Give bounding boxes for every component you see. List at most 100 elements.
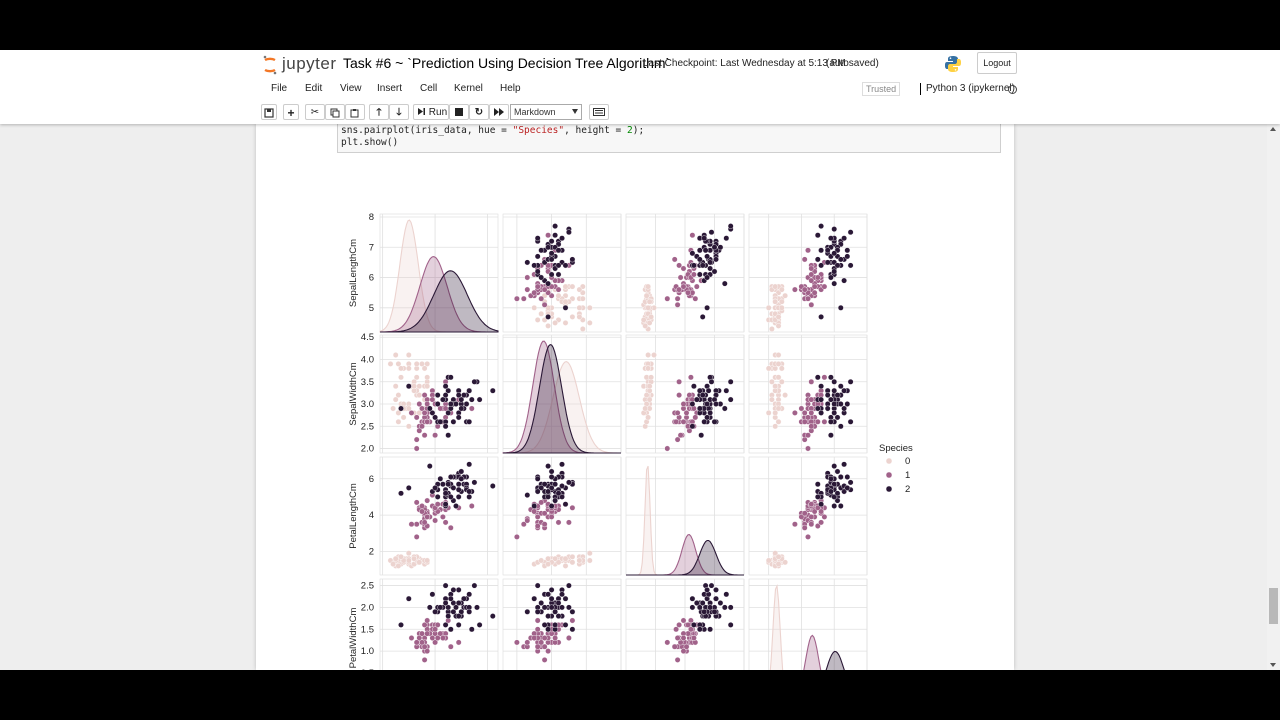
trusted-indicator[interactable]: Trusted: [862, 82, 901, 96]
data-point-species-0: [645, 283, 651, 290]
restart-run-all-button[interactable]: [489, 104, 509, 120]
data-point-species-1: [664, 639, 671, 646]
scroll-up-icon[interactable]: [1270, 127, 1276, 131]
data-point-species-2: [548, 503, 555, 509]
data-point-species-2: [569, 608, 576, 615]
data-point-species-1: [447, 524, 454, 531]
data-point-species-2: [450, 484, 457, 491]
data-point-species-1: [566, 635, 572, 641]
paste-button[interactable]: [345, 104, 365, 120]
data-point-species-2: [453, 503, 459, 509]
data-point-species-2: [837, 423, 844, 430]
data-point-species-2: [447, 401, 454, 407]
data-point-species-1: [424, 617, 431, 624]
save-icon: [264, 108, 274, 118]
y-tick-label: 2.5: [361, 581, 374, 592]
data-point-species-0: [586, 304, 593, 311]
data-point-species-2: [445, 613, 452, 619]
data-point-species-1: [432, 517, 438, 524]
notebook-title[interactable]: Task #6 ~ `Prediction Using Decision Tre…: [343, 55, 670, 71]
scrollbar-thumb[interactable]: [1269, 588, 1278, 624]
data-point-species-2: [814, 256, 821, 263]
data-point-species-2: [426, 604, 433, 611]
data-point-species-0: [424, 374, 431, 381]
scroll-down-icon[interactable]: [1270, 663, 1276, 667]
data-point-species-2: [562, 501, 569, 508]
data-point-species-1: [421, 519, 428, 526]
browser-viewport: jupyter Task #6 ~ `Prediction Using Deci…: [0, 50, 1280, 670]
data-point-species-2: [531, 262, 538, 269]
data-point-species-2: [693, 396, 700, 403]
data-point-species-2: [471, 378, 478, 385]
data-point-species-0: [424, 383, 431, 390]
data-point-species-1: [514, 533, 520, 540]
data-point-species-2: [545, 493, 551, 500]
menu-view[interactable]: View: [340, 83, 362, 94]
data-point-species-2: [534, 582, 541, 589]
data-point-species-1: [680, 418, 687, 425]
data-point-species-1: [674, 409, 681, 416]
jupyter-logo-icon[interactable]: [262, 54, 278, 76]
data-point-species-2: [447, 474, 454, 480]
data-point-species-0: [534, 316, 541, 323]
data-point-species-0: [765, 365, 772, 372]
data-point-species-2: [711, 608, 718, 615]
data-point-species-1: [801, 256, 808, 263]
interrupt-button[interactable]: [449, 104, 469, 120]
run-button[interactable]: Run: [413, 104, 449, 120]
data-point-species-0: [390, 561, 396, 567]
data-point-species-2: [824, 247, 831, 254]
legend-label-1: 1: [905, 470, 910, 481]
data-point-species-2: [534, 268, 541, 275]
page-scrollbar[interactable]: [1267, 124, 1280, 670]
data-point-species-2: [432, 414, 438, 421]
data-point-species-2: [814, 405, 821, 412]
data-point-species-2: [398, 622, 404, 628]
data-point-species-2: [548, 595, 555, 602]
data-point-species-1: [413, 533, 420, 540]
data-point-species-0: [765, 557, 772, 564]
data-point-species-1: [541, 286, 548, 293]
command-palette-button[interactable]: [589, 104, 609, 120]
restart-button[interactable]: ↻: [469, 104, 489, 120]
data-point-species-0: [545, 561, 551, 567]
move-down-button[interactable]: 🡓: [389, 104, 409, 120]
insert-cell-button[interactable]: +: [283, 104, 299, 120]
code-cell[interactable]: sns.pairplot(iris_data, hue = "Species",…: [337, 124, 1001, 153]
step-forward-icon: [418, 108, 425, 115]
move-up-button[interactable]: 🡑: [369, 104, 389, 120]
jupyter-logo-text[interactable]: jupyter: [282, 54, 337, 74]
copy-button[interactable]: [325, 104, 345, 120]
data-point-species-0: [782, 292, 788, 299]
y-tick-label: 6: [369, 273, 374, 284]
menu-kernel[interactable]: Kernel: [454, 83, 483, 94]
data-point-species-1: [408, 409, 415, 416]
save-button[interactable]: [261, 104, 277, 120]
data-point-species-1: [534, 513, 541, 520]
data-point-species-1: [524, 517, 531, 524]
data-point-species-2: [689, 401, 696, 407]
data-point-species-2: [834, 262, 841, 269]
logout-button[interactable]: Logout: [977, 52, 1017, 74]
menu-help[interactable]: Help: [500, 83, 521, 94]
kernel-name[interactable]: Python 3 (ipykernel): [926, 83, 1015, 94]
data-point-species-1: [541, 635, 548, 641]
data-point-species-1: [792, 409, 798, 416]
menu-edit[interactable]: Edit: [305, 83, 322, 94]
data-point-species-2: [841, 405, 847, 412]
data-point-species-0: [648, 374, 654, 381]
data-point-species-2: [534, 253, 541, 260]
menu-insert[interactable]: Insert: [377, 83, 402, 94]
menu-cell[interactable]: Cell: [420, 83, 437, 94]
data-point-species-0: [645, 304, 651, 311]
data-point-species-1: [524, 274, 531, 281]
y-tick-label: 2.0: [361, 602, 374, 613]
menu-file[interactable]: File: [271, 83, 287, 94]
cell-type-select[interactable]: Markdown: [510, 104, 582, 120]
y-tick-label: 3.0: [361, 399, 374, 410]
data-point-species-1: [421, 392, 428, 398]
cell-type-value: Markdown: [514, 107, 556, 117]
cut-button[interactable]: ✂: [305, 104, 325, 120]
data-point-species-1: [555, 286, 562, 293]
data-point-species-2: [727, 378, 734, 385]
